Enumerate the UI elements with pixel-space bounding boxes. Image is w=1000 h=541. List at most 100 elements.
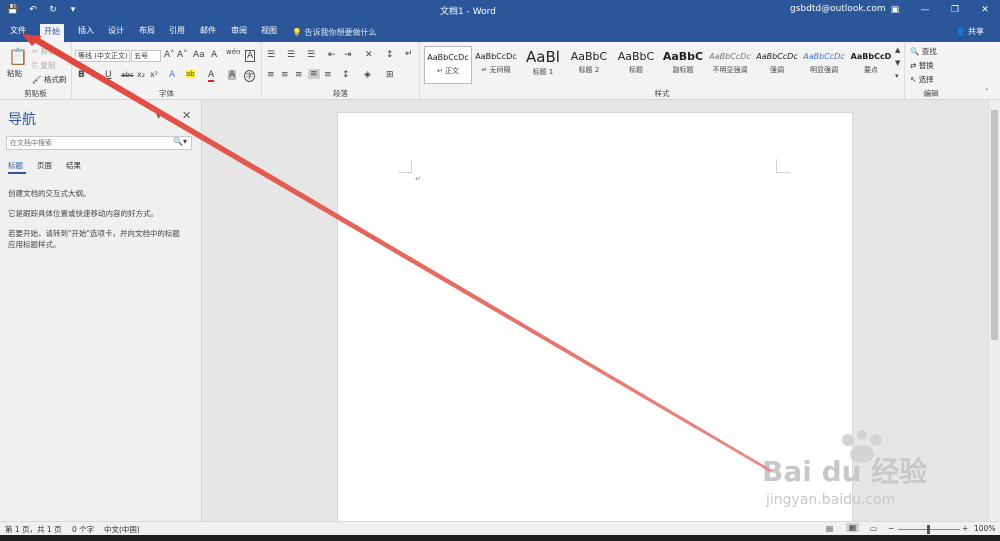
tab-review[interactable]: 审阅 bbox=[227, 24, 251, 42]
text-effects-icon[interactable]: A bbox=[169, 70, 175, 80]
character-border-icon[interactable]: A bbox=[245, 50, 256, 62]
tab-insert[interactable]: 插入 bbox=[74, 24, 98, 42]
justify-icon[interactable]: ≡ bbox=[308, 69, 320, 79]
copy-button[interactable]: ⎘ 复制 bbox=[32, 60, 55, 71]
styles-scroll-up-icon[interactable]: ▲ bbox=[895, 46, 900, 54]
print-layout-icon[interactable]: ▦ bbox=[846, 523, 860, 532]
show-hide-marks-icon[interactable]: ↵ bbox=[405, 49, 413, 59]
save-icon[interactable]: 💾 bbox=[6, 3, 20, 17]
language-indicator[interactable]: 中文(中国) bbox=[104, 524, 140, 535]
zoom-level[interactable]: 100% bbox=[974, 524, 995, 533]
style-sample: AaBbCcD bbox=[850, 52, 892, 61]
phonetic-guide-icon[interactable]: wén bbox=[226, 48, 240, 56]
format-painter-button[interactable]: 🖌 格式刷 bbox=[32, 74, 66, 85]
style-subtitle[interactable]: AaBbC 副标题 bbox=[659, 46, 707, 84]
style-heading-2[interactable]: AaBbC 标题 2 bbox=[565, 46, 613, 84]
distributed-icon[interactable]: ≡ bbox=[324, 70, 332, 80]
redo-icon[interactable]: ↻ bbox=[46, 3, 60, 17]
undo-icon[interactable]: ↶ bbox=[26, 3, 40, 17]
nav-tab-pages[interactable]: 页面 bbox=[37, 160, 52, 171]
tab-design[interactable]: 设计 bbox=[104, 24, 128, 42]
style-heading-1[interactable]: AaBl 标题 1 bbox=[519, 46, 567, 84]
scrollbar-thumb[interactable] bbox=[991, 110, 998, 340]
shrink-font-icon[interactable]: A˅ bbox=[177, 50, 188, 60]
nav-search-input[interactable] bbox=[6, 136, 192, 150]
nav-tab-results[interactable]: 结果 bbox=[66, 160, 81, 171]
collapse-ribbon-icon[interactable]: ˄ bbox=[985, 88, 989, 96]
character-shading-icon[interactable]: A bbox=[228, 70, 237, 80]
styles-group: AaBbCcDc ↵ 正文 AaBbCcDc ↵ 无间隔 AaBl 标题 1 A… bbox=[420, 42, 905, 100]
align-center-icon[interactable]: ≡ bbox=[281, 70, 289, 80]
find-button[interactable]: 🔍 查找 bbox=[910, 46, 937, 57]
paste-button[interactable]: 粘贴 bbox=[7, 68, 22, 79]
replace-button[interactable]: ⇄ 替换 bbox=[910, 60, 934, 71]
multilevel-list-icon[interactable]: ☰ bbox=[307, 50, 315, 60]
style-intense-emphasis[interactable]: AaBbCcDc 明显强调 bbox=[800, 46, 848, 84]
style-strong[interactable]: AaBbCcD 要点 bbox=[847, 46, 895, 84]
enclose-characters-icon[interactable]: 字 bbox=[244, 70, 255, 82]
align-left-icon[interactable]: ≡ bbox=[267, 70, 275, 80]
zoom-out-button[interactable]: − bbox=[888, 524, 894, 533]
bullets-icon[interactable]: ☰ bbox=[267, 50, 275, 60]
line-spacing-icon[interactable]: ↕ bbox=[342, 70, 350, 80]
borders-icon[interactable]: ⊞ bbox=[386, 70, 394, 80]
font-size-combo[interactable]: 五号 bbox=[131, 50, 161, 62]
nav-tab-headings[interactable]: 标题 bbox=[8, 160, 23, 171]
chinese-layout-icon[interactable]: ✕ bbox=[365, 50, 373, 60]
numbering-icon[interactable]: ☰ bbox=[287, 50, 295, 60]
tab-references[interactable]: 引用 bbox=[165, 24, 189, 42]
zoom-slider-thumb[interactable] bbox=[927, 525, 930, 534]
grow-font-icon[interactable]: A˄ bbox=[164, 50, 175, 60]
styles-scroll-down-icon[interactable]: ▼ bbox=[895, 59, 900, 67]
web-layout-icon[interactable]: ▭ bbox=[870, 524, 877, 533]
customize-qat-icon[interactable]: ▾ bbox=[66, 3, 80, 17]
tab-home[interactable]: 开始 bbox=[40, 24, 64, 42]
subscript-icon[interactable]: x₂ bbox=[137, 70, 145, 79]
page-count[interactable]: 第 1 页，共 1 页 bbox=[5, 524, 62, 535]
shading-icon[interactable]: ◈ bbox=[364, 70, 371, 80]
restore-button[interactable]: ❐ bbox=[940, 0, 970, 20]
tab-view[interactable]: 视图 bbox=[257, 24, 281, 42]
style-name: ↵ 无间隔 bbox=[481, 66, 511, 74]
font-color-icon[interactable]: A bbox=[208, 70, 215, 82]
style-normal[interactable]: AaBbCcDc ↵ 正文 bbox=[424, 46, 472, 84]
cut-button[interactable]: ✂ 剪切 bbox=[32, 46, 56, 57]
font-name-combo[interactable]: 等线 (中文正文) bbox=[75, 50, 130, 62]
vertical-scrollbar[interactable] bbox=[988, 100, 1000, 521]
account-name[interactable]: gsbdtd@outlook.com bbox=[790, 4, 886, 14]
read-mode-icon[interactable]: ▤ bbox=[826, 524, 833, 533]
superscript-icon[interactable]: x² bbox=[150, 70, 158, 79]
align-right-icon[interactable]: ≡ bbox=[295, 70, 303, 80]
style-no-spacing[interactable]: AaBbCcDc ↵ 无间隔 bbox=[472, 46, 520, 84]
bold-icon[interactable]: B bbox=[78, 70, 85, 80]
share-button[interactable]: 👤 共享 bbox=[955, 26, 984, 37]
paste-icon[interactable]: 📋 bbox=[8, 47, 28, 66]
style-emphasis[interactable]: AaBbCcDc 强调 bbox=[753, 46, 801, 84]
styles-more-icon[interactable]: ▾ bbox=[895, 72, 899, 80]
sort-icon[interactable]: ↕ bbox=[386, 50, 394, 60]
tell-me-box[interactable]: 💡 告诉我你想要做什么 bbox=[292, 27, 377, 38]
select-button[interactable]: ↖ 选择 bbox=[910, 74, 934, 85]
change-case-icon[interactable]: Aa bbox=[193, 50, 205, 60]
strikethrough-icon[interactable]: abc bbox=[121, 71, 134, 79]
close-button[interactable]: ✕ bbox=[970, 0, 1000, 20]
nav-options-icon[interactable]: ▼ bbox=[156, 112, 161, 120]
highlight-icon[interactable]: ab bbox=[186, 70, 195, 78]
style-title[interactable]: AaBbC 标题 bbox=[612, 46, 660, 84]
nav-help-line-3a: 若要开始，请转到"开始"选项卡，并向文档中的标题 bbox=[8, 229, 180, 238]
underline-icon[interactable]: U bbox=[105, 70, 112, 80]
zoom-in-button[interactable]: + bbox=[962, 524, 968, 533]
tab-layout[interactable]: 布局 bbox=[135, 24, 159, 42]
tab-mailings[interactable]: 邮件 bbox=[196, 24, 220, 42]
increase-indent-icon[interactable]: ⇥ bbox=[344, 50, 352, 60]
tab-file[interactable]: 文件 bbox=[6, 24, 30, 42]
decrease-indent-icon[interactable]: ⇤ bbox=[328, 50, 336, 60]
search-icon[interactable]: 🔍▾ bbox=[173, 137, 187, 146]
minimize-button[interactable]: — bbox=[910, 0, 940, 20]
style-subtle-emphasis[interactable]: AaBbCcDc 不明显强调 bbox=[706, 46, 754, 84]
ribbon-display-options-icon[interactable]: ▣ bbox=[880, 0, 910, 20]
italic-icon[interactable]: I bbox=[92, 70, 95, 80]
clear-formatting-icon[interactable]: A bbox=[211, 50, 217, 60]
word-count[interactable]: 0 个字 bbox=[72, 524, 94, 535]
close-icon[interactable]: ✕ bbox=[182, 109, 191, 122]
